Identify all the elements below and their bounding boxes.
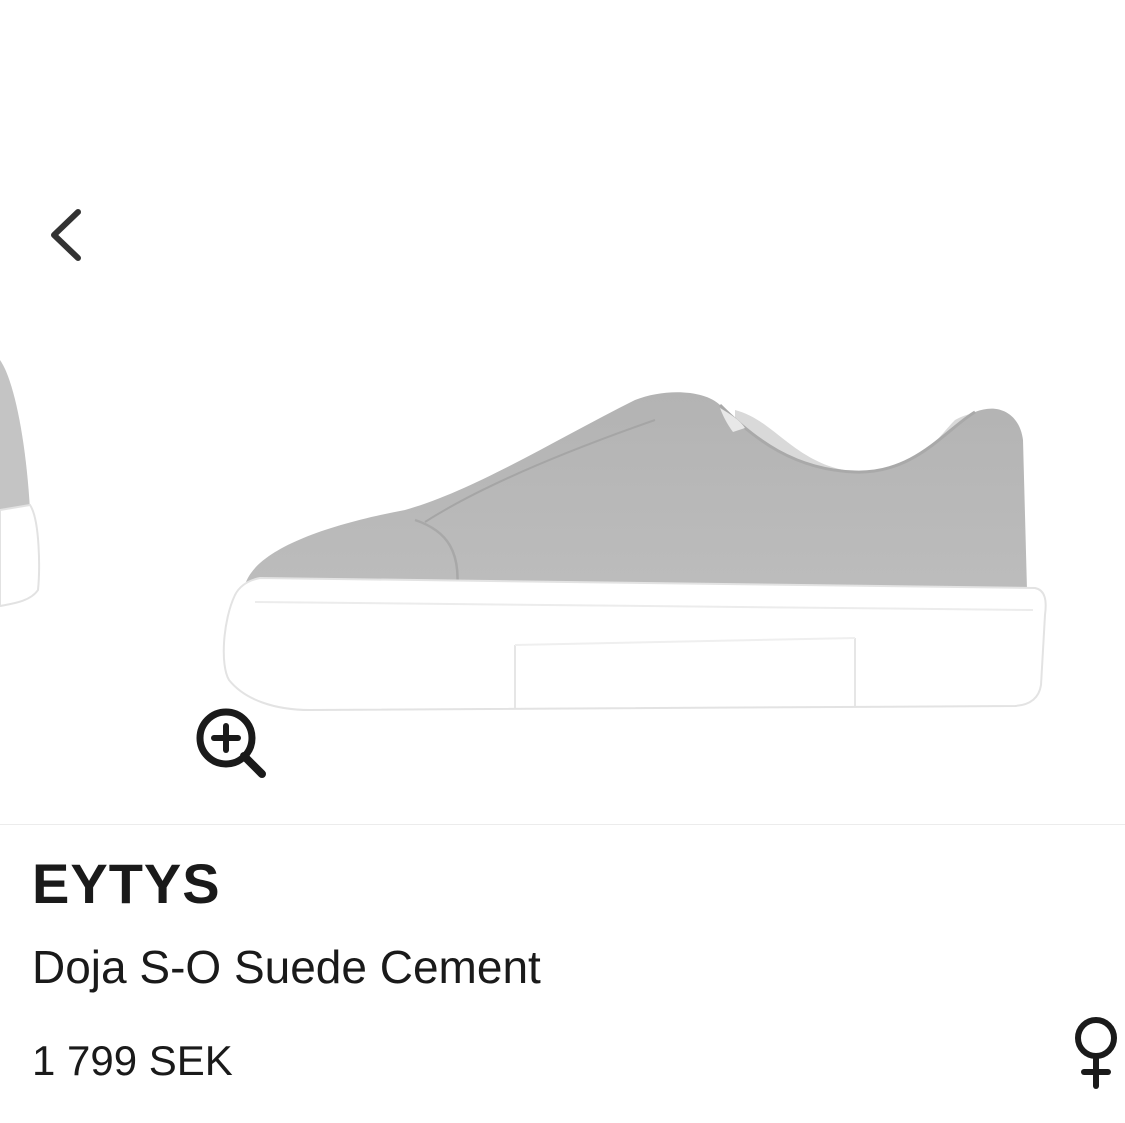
- zoom-in-icon: [196, 708, 266, 778]
- brand-name[interactable]: EYTYS: [32, 856, 221, 912]
- chevron-left-icon: [51, 209, 81, 261]
- previous-image-button[interactable]: [38, 200, 98, 270]
- female-symbol-icon: [1068, 1012, 1124, 1092]
- product-price: 1 799 SEK: [32, 1037, 233, 1084]
- previous-image-peek[interactable]: [0, 350, 50, 610]
- product-image: [215, 380, 1050, 740]
- product-title[interactable]: Doja S-O Suede Cement: [32, 944, 541, 990]
- zoom-button[interactable]: [188, 700, 272, 784]
- product-image-gallery[interactable]: [0, 0, 1125, 825]
